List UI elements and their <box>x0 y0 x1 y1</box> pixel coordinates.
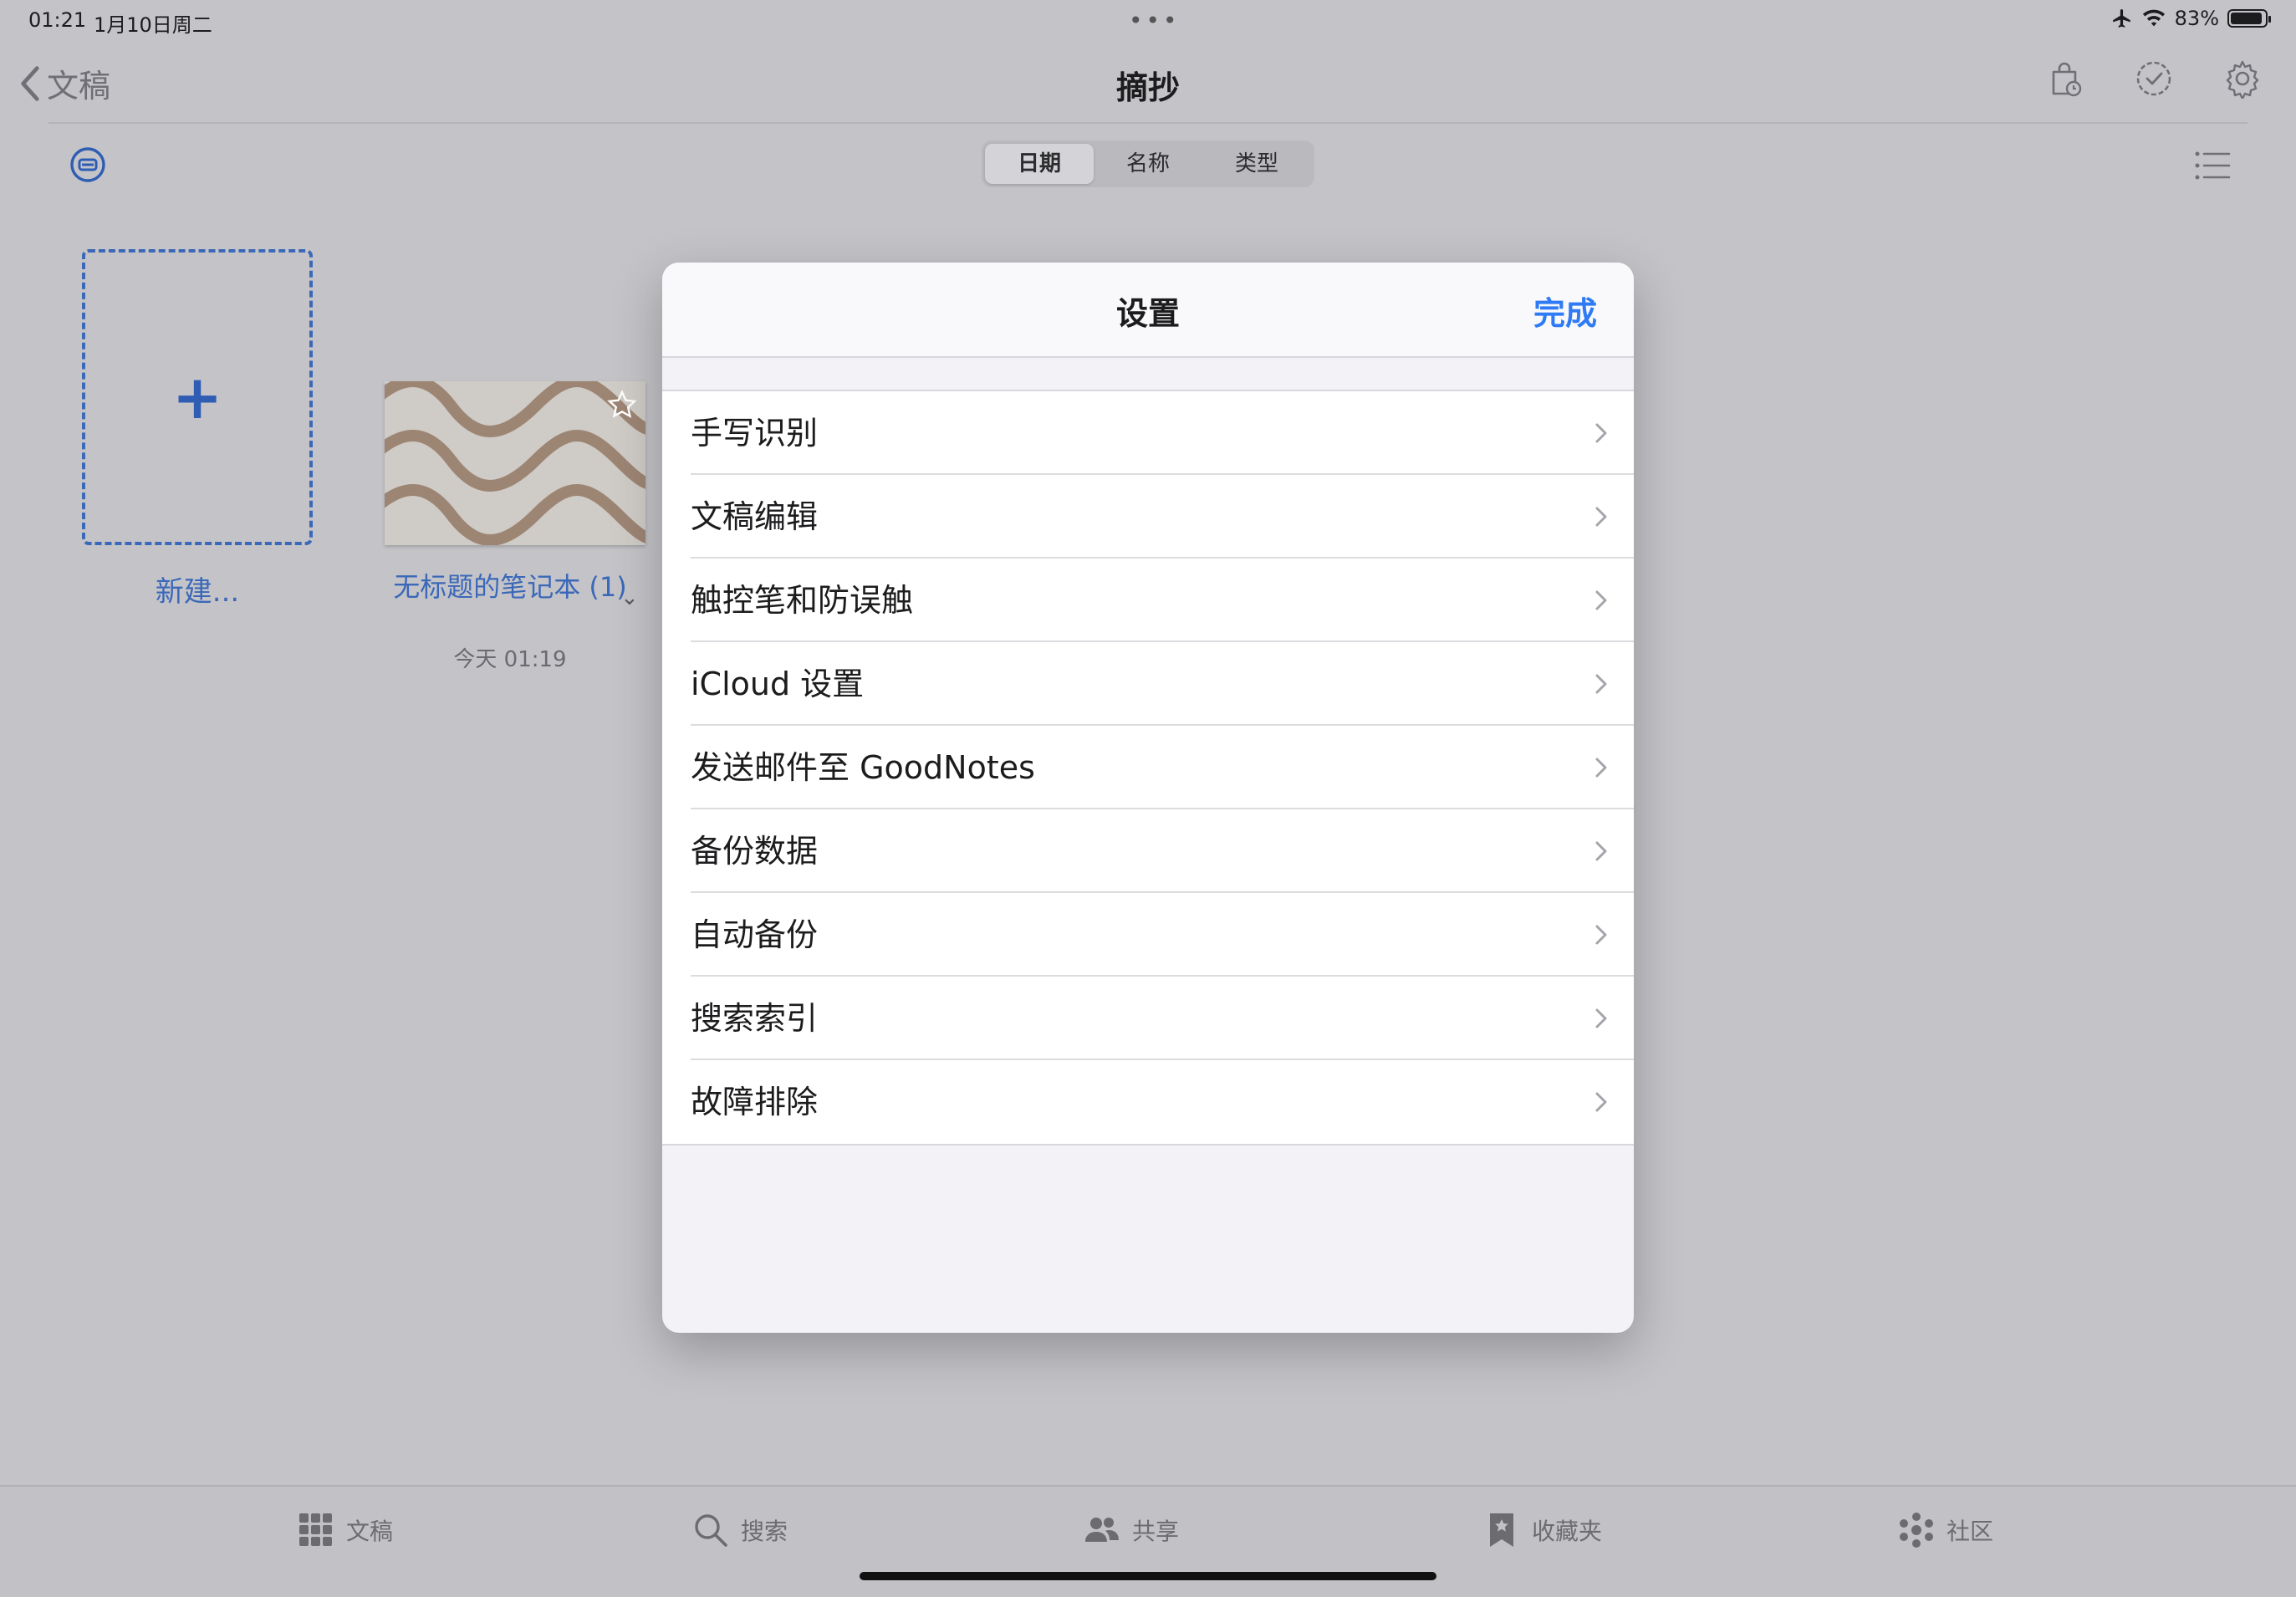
settings-item-search-index[interactable]: 搜索索引 <box>662 977 1634 1060</box>
tab-shared[interactable]: 共享 <box>1084 1512 1179 1549</box>
notebook-date: 今天 01:19 <box>453 647 567 672</box>
multitasking-dots[interactable]: ••• <box>1129 7 1181 34</box>
airplane-icon <box>2112 9 2130 28</box>
modal-title: 设置 <box>1115 295 1180 332</box>
settings-item-label: 文稿编辑 <box>691 498 819 535</box>
status-bar: 01:21 1月10日周二 ••• 83% <box>0 0 2296 40</box>
bag-clock-icon[interactable] <box>2045 59 2085 99</box>
settings-item-label: 搜索索引 <box>691 1000 819 1037</box>
bookmark-star-icon <box>1490 1513 1513 1547</box>
wifi-icon <box>2142 9 2165 27</box>
people-icon <box>1085 1518 1119 1542</box>
chevron-right-icon <box>1595 925 1607 945</box>
status-date: 1月10日周二 <box>94 13 212 37</box>
settings-item-label: 发送邮件至 GoodNotes <box>691 749 1035 786</box>
checkmark-circle-icon[interactable] <box>2134 59 2174 99</box>
search-icon <box>695 1514 727 1547</box>
chevron-right-icon <box>1595 423 1607 443</box>
battery-icon <box>2227 9 2271 28</box>
settings-item-email[interactable]: 发送邮件至 GoodNotes <box>662 726 1634 809</box>
tab-documents[interactable]: 文稿 <box>298 1512 393 1549</box>
status-right: 83% <box>2111 7 2271 30</box>
chevron-right-icon <box>1595 590 1607 610</box>
settings-modal: 设置 完成 手写识别 文稿编辑 触控笔和防误触 iCloud 设置 发送邮件至 … <box>662 263 1634 1333</box>
community-icon <box>1900 1513 1933 1548</box>
filter-icon[interactable] <box>67 144 109 186</box>
settings-item-label: 故障排除 <box>691 1084 819 1120</box>
chevron-right-icon <box>1595 758 1607 778</box>
sort-option-type[interactable]: 类型 <box>1202 144 1311 184</box>
tab-label: 文稿 <box>346 1518 394 1545</box>
chevron-right-icon <box>1595 1008 1607 1028</box>
chevron-down-icon[interactable]: ⌄ <box>620 585 639 610</box>
star-icon[interactable] <box>607 390 637 420</box>
settings-item-backup[interactable]: 备份数据 <box>662 809 1634 893</box>
tab-label: 搜索 <box>741 1518 788 1545</box>
settings-item-icloud[interactable]: iCloud 设置 <box>662 642 1634 726</box>
tab-label: 共享 <box>1132 1518 1180 1545</box>
settings-item-label: 备份数据 <box>691 833 819 870</box>
chevron-right-icon <box>1595 841 1607 861</box>
notebook-thumbnail[interactable] <box>385 381 645 545</box>
settings-item-stylus[interactable]: 触控笔和防误触 <box>662 559 1634 642</box>
settings-item-label: 触控笔和防误触 <box>691 582 914 619</box>
tab-favorites[interactable]: 收藏夹 <box>1483 1512 1602 1549</box>
tab-label: 社区 <box>1946 1518 1994 1545</box>
tab-search[interactable]: 搜索 <box>692 1512 788 1549</box>
list-view-icon[interactable] <box>2194 149 2231 182</box>
chevron-right-icon <box>1595 507 1607 527</box>
chevron-right-icon <box>1595 674 1607 694</box>
new-document-tile[interactable]: + <box>82 249 313 545</box>
battery-percent: 83% <box>2174 7 2219 30</box>
settings-item-label: iCloud 设置 <box>691 666 865 702</box>
settings-item-document-editing[interactable]: 文稿编辑 <box>662 475 1634 559</box>
settings-item-auto-backup[interactable]: 自动备份 <box>662 893 1634 977</box>
nav-actions <box>2045 59 2263 99</box>
plus-icon: + <box>171 362 223 432</box>
notebook-title[interactable]: 无标题的笔记本 (1) <box>368 569 652 605</box>
status-time: 01:21 <box>28 8 87 32</box>
grid-icon <box>299 1513 332 1546</box>
settings-item-label: 手写识别 <box>691 415 819 452</box>
done-button[interactable]: 完成 <box>1533 288 1597 334</box>
tab-label: 收藏夹 <box>1532 1518 1603 1545</box>
modal-header: 设置 完成 <box>662 263 1634 358</box>
sort-option-name[interactable]: 名称 <box>1094 144 1202 184</box>
new-document-label[interactable]: 新建... <box>82 569 313 610</box>
home-indicator[interactable] <box>860 1572 1436 1580</box>
settings-item-label: 自动备份 <box>691 916 819 953</box>
gear-icon[interactable] <box>2222 59 2263 99</box>
settings-item-handwriting[interactable]: 手写识别 <box>662 391 1634 475</box>
sort-segmented-control: 日期 名称 类型 <box>982 140 1314 187</box>
navigation-bar: 文稿 摘抄 <box>0 50 2296 125</box>
chevron-right-icon <box>1595 1092 1607 1112</box>
nav-divider <box>48 122 2248 124</box>
settings-list: 手写识别 文稿编辑 触控笔和防误触 iCloud 设置 发送邮件至 GoodNo… <box>662 390 1634 1145</box>
page-title: 摘抄 <box>1115 69 1180 106</box>
settings-item-troubleshooting[interactable]: 故障排除 <box>662 1060 1634 1144</box>
tab-community[interactable]: 社区 <box>1898 1512 1993 1549</box>
sort-option-date[interactable]: 日期 <box>985 144 1094 184</box>
